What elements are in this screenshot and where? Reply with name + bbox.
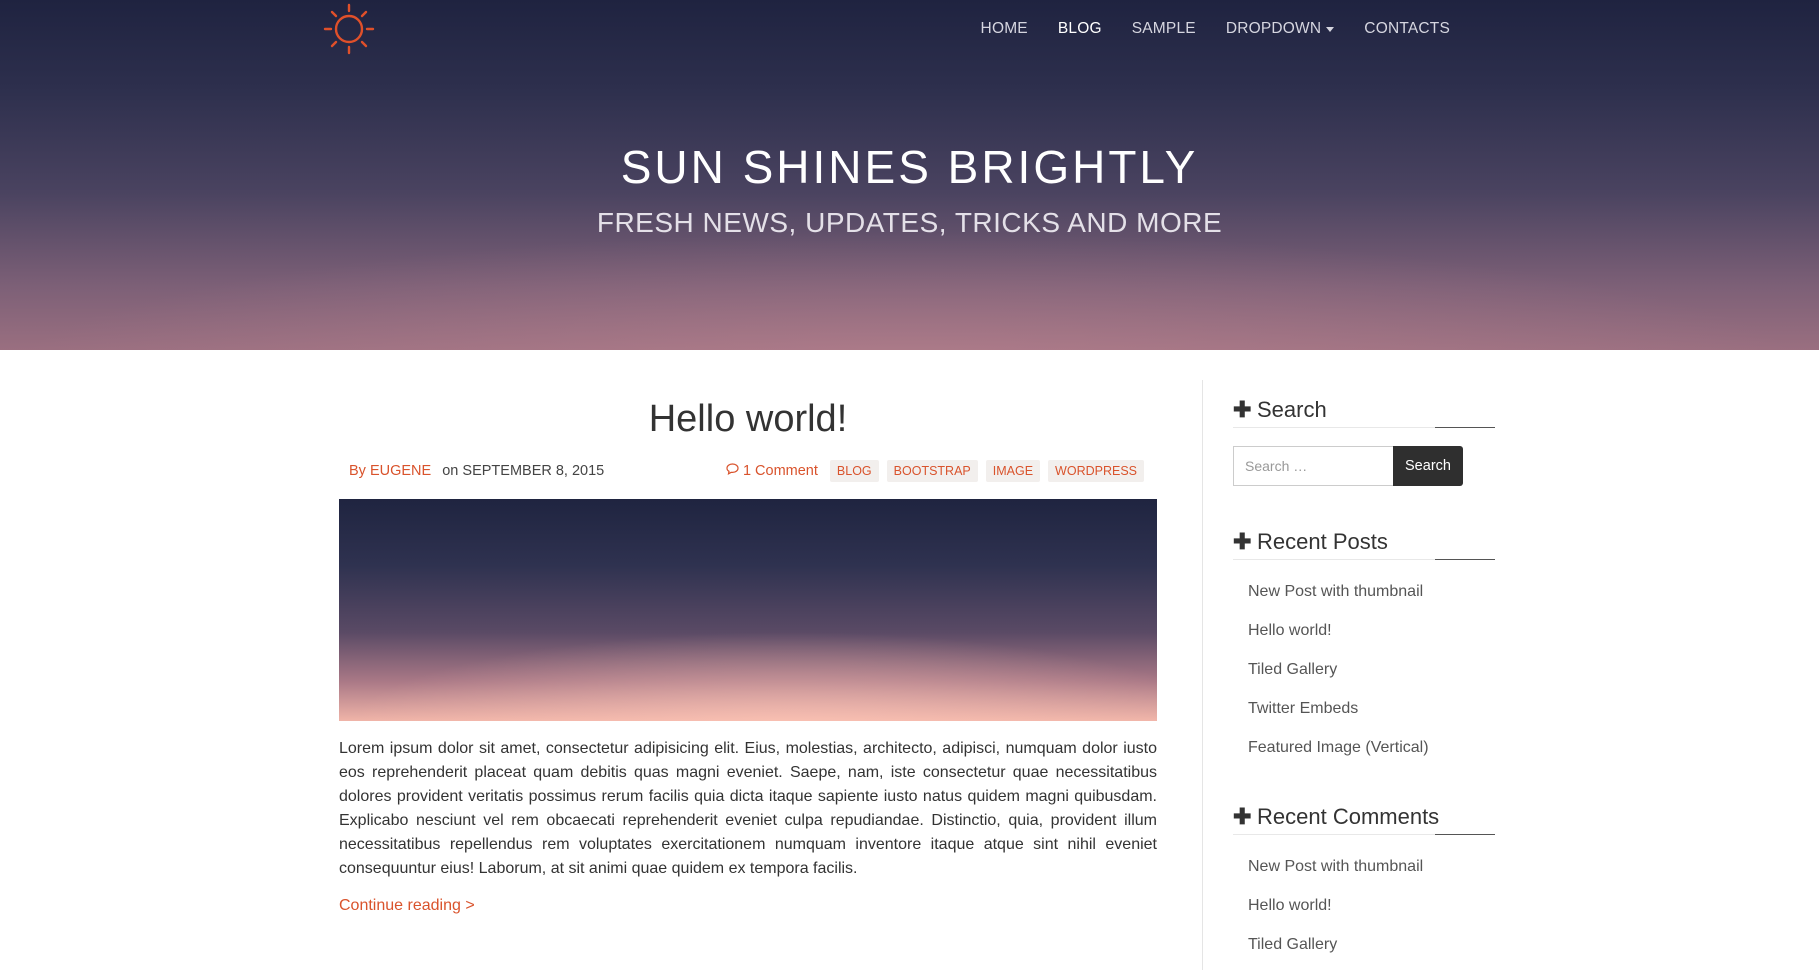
nav-contacts[interactable]: CONTACTS: [1349, 20, 1465, 38]
nav-dropdown-label: DROPDOWN: [1225, 20, 1322, 37]
tag-bootstrap[interactable]: BOOTSTRAP: [886, 460, 978, 482]
recent-comment-link[interactable]: New Post with thumbnail: [1248, 858, 1423, 875]
comment-bubble-icon: [726, 459, 739, 483]
list-item: New Post with thumbnail: [1233, 847, 1495, 886]
list-item: Hello world!: [1233, 886, 1495, 925]
post-excerpt: Lorem ipsum dolor sit amet, consectetur …: [339, 740, 1157, 877]
tag-blog[interactable]: BLOG: [829, 460, 879, 482]
list-item: Hello world!: [1233, 611, 1495, 650]
search-widget-label: Search: [1257, 397, 1327, 422]
nav-home[interactable]: HOME: [966, 20, 1043, 38]
recent-post-link[interactable]: New Post with thumbnail: [1248, 583, 1423, 600]
sun-icon[interactable]: [322, 2, 376, 56]
recent-comment-link[interactable]: Hello world!: [1248, 897, 1332, 914]
recent-comments-list: New Post with thumbnail Hello world! Til…: [1233, 847, 1495, 964]
comments-link[interactable]: 1 Comment: [726, 459, 818, 483]
author-prefix: By: [349, 463, 366, 479]
tag-wordpress[interactable]: WORDPRESS: [1048, 460, 1144, 482]
plus-icon: ✚: [1233, 397, 1252, 422]
recent-comments-title: ✚ Recent Comments: [1233, 801, 1495, 835]
nav-sample[interactable]: SAMPLE: [1117, 20, 1211, 38]
post-featured-image[interactable]: [339, 499, 1157, 721]
search-input[interactable]: [1233, 446, 1393, 486]
widget-rule-accent: [1435, 427, 1495, 428]
list-item: Twitter Embeds: [1233, 689, 1495, 728]
widget-rule-accent: [1435, 834, 1495, 835]
recent-post-link[interactable]: Twitter Embeds: [1248, 700, 1358, 717]
recent-post-link[interactable]: Tiled Gallery: [1248, 661, 1337, 678]
list-item: Tiled Gallery: [1233, 650, 1495, 689]
continue-reading-link[interactable]: Continue reading >: [339, 897, 475, 915]
nav-dropdown[interactable]: DROPDOWN: [1211, 20, 1349, 38]
hero-glow: [0, 230, 1819, 350]
post-date: SEPTEMBER 8, 2015: [462, 463, 605, 479]
search-button[interactable]: Search: [1393, 446, 1463, 486]
post-meta: By EUGENE on SEPTEMBER 8, 2015 1 Comment…: [339, 459, 1157, 483]
recent-comment-link[interactable]: Tiled Gallery: [1248, 936, 1337, 953]
recent-post-link[interactable]: Hello world!: [1248, 622, 1332, 639]
content-divider: [1202, 380, 1203, 970]
post: Hello world! By EUGENE on SEPTEMBER 8, 2…: [339, 396, 1157, 915]
list-item: Featured Image (Vertical): [1233, 728, 1495, 767]
recent-posts-widget: ✚ Recent Posts New Post with thumbnail H…: [1233, 526, 1495, 767]
main-content: Hello world! By EUGENE on SEPTEMBER 8, 2…: [339, 350, 1157, 915]
tag-image[interactable]: IMAGE: [985, 460, 1041, 482]
plus-icon: ✚: [1233, 804, 1252, 829]
site-subtitle: FRESH NEWS, UPDATES, TRICKS AND MORE: [596, 207, 1223, 238]
list-item: Tiled Gallery: [1233, 925, 1495, 964]
post-byline: By EUGENE on SEPTEMBER 8, 2015: [349, 459, 604, 483]
search-widget-title: ✚ Search: [1233, 394, 1495, 428]
recent-posts-list: New Post with thumbnail Hello world! Til…: [1233, 572, 1495, 767]
nav-blog[interactable]: BLOG: [1043, 20, 1117, 38]
caret-down-icon: [1326, 26, 1335, 32]
author-link[interactable]: EUGENE: [370, 463, 431, 479]
recent-posts-label: Recent Posts: [1257, 529, 1388, 554]
list-item: New Post with thumbnail: [1233, 572, 1495, 611]
post-title[interactable]: Hello world!: [339, 396, 1157, 442]
recent-comments-widget: ✚ Recent Comments New Post with thumbnai…: [1233, 801, 1495, 964]
sidebar: ✚ Search Search ✚ Recent Posts New Post …: [1233, 350, 1495, 964]
recent-posts-title: ✚ Recent Posts: [1233, 526, 1495, 560]
post-image-glow: [339, 631, 1157, 721]
post-tags: 1 Comment BLOG BOOTSTRAP IMAGE WORDPRESS: [726, 459, 1144, 483]
date-prefix: on: [442, 463, 459, 479]
search-widget: ✚ Search Search: [1233, 394, 1495, 486]
search-form: Search: [1233, 446, 1495, 486]
comments-count: 1 Comment: [742, 463, 818, 479]
recent-comments-label: Recent Comments: [1257, 804, 1440, 829]
widget-rule-accent: [1435, 559, 1495, 560]
main-nav: HOME BLOG SAMPLE DROPDOWN CONTACTS: [966, 20, 1465, 38]
plus-icon: ✚: [1233, 529, 1252, 554]
hero-header: HOME BLOG SAMPLE DROPDOWN CONTACTS SUN S…: [0, 0, 1819, 350]
recent-post-link[interactable]: Featured Image (Vertical): [1248, 739, 1429, 756]
site-title: SUN SHINES BRIGHTLY: [620, 141, 1199, 193]
